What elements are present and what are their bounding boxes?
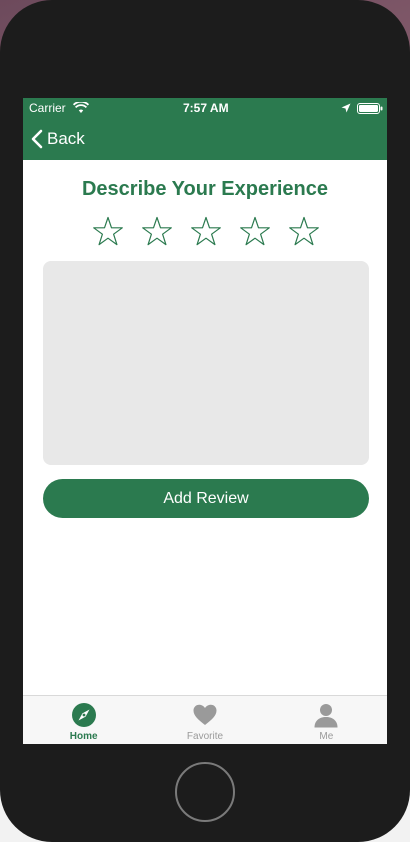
- navigation-bar: Back: [23, 118, 387, 160]
- star-icon-4[interactable]: [238, 215, 272, 249]
- star-icon-2[interactable]: [140, 215, 174, 249]
- star-rating[interactable]: [91, 215, 321, 249]
- star-icon-3[interactable]: [189, 215, 223, 249]
- star-icon-5[interactable]: [287, 215, 321, 249]
- tab-favorite-label: Favorite: [186, 731, 224, 742]
- device-home-button[interactable]: [175, 762, 235, 822]
- back-button[interactable]: Back: [31, 126, 85, 152]
- wifi-icon: [73, 102, 89, 113]
- tab-home-label: Home: [69, 731, 98, 742]
- app-screen: Carrier 7:57 AM Back Describe Your Exper…: [23, 98, 387, 744]
- tab-bar: Home Favorite Me: [23, 695, 387, 744]
- page-title: Describe Your Experience: [81, 178, 329, 200]
- tab-favorite[interactable]: Favorite: [144, 696, 265, 744]
- heart-icon: [193, 704, 217, 725]
- back-label: Back: [47, 129, 85, 148]
- carrier-label: Carrier: [29, 101, 66, 115]
- star-icon-1[interactable]: [91, 215, 125, 249]
- compass-icon: [71, 703, 96, 727]
- battery-icon: [357, 103, 383, 114]
- tab-me[interactable]: Me: [266, 696, 387, 744]
- location-arrow-icon: [341, 103, 351, 113]
- user-icon: [314, 704, 338, 728]
- status-time: 7:57 AM: [183, 101, 229, 115]
- add-review-button[interactable]: Add Review: [43, 479, 369, 518]
- review-text-input[interactable]: [43, 261, 369, 465]
- tab-home[interactable]: Home: [23, 696, 144, 744]
- chevron-left-icon: [31, 129, 43, 149]
- phone-frame: Carrier 7:57 AM Back Describe Your Exper…: [0, 0, 410, 842]
- status-bar: Carrier 7:57 AM: [23, 98, 387, 118]
- tab-me-label: Me: [319, 731, 334, 742]
